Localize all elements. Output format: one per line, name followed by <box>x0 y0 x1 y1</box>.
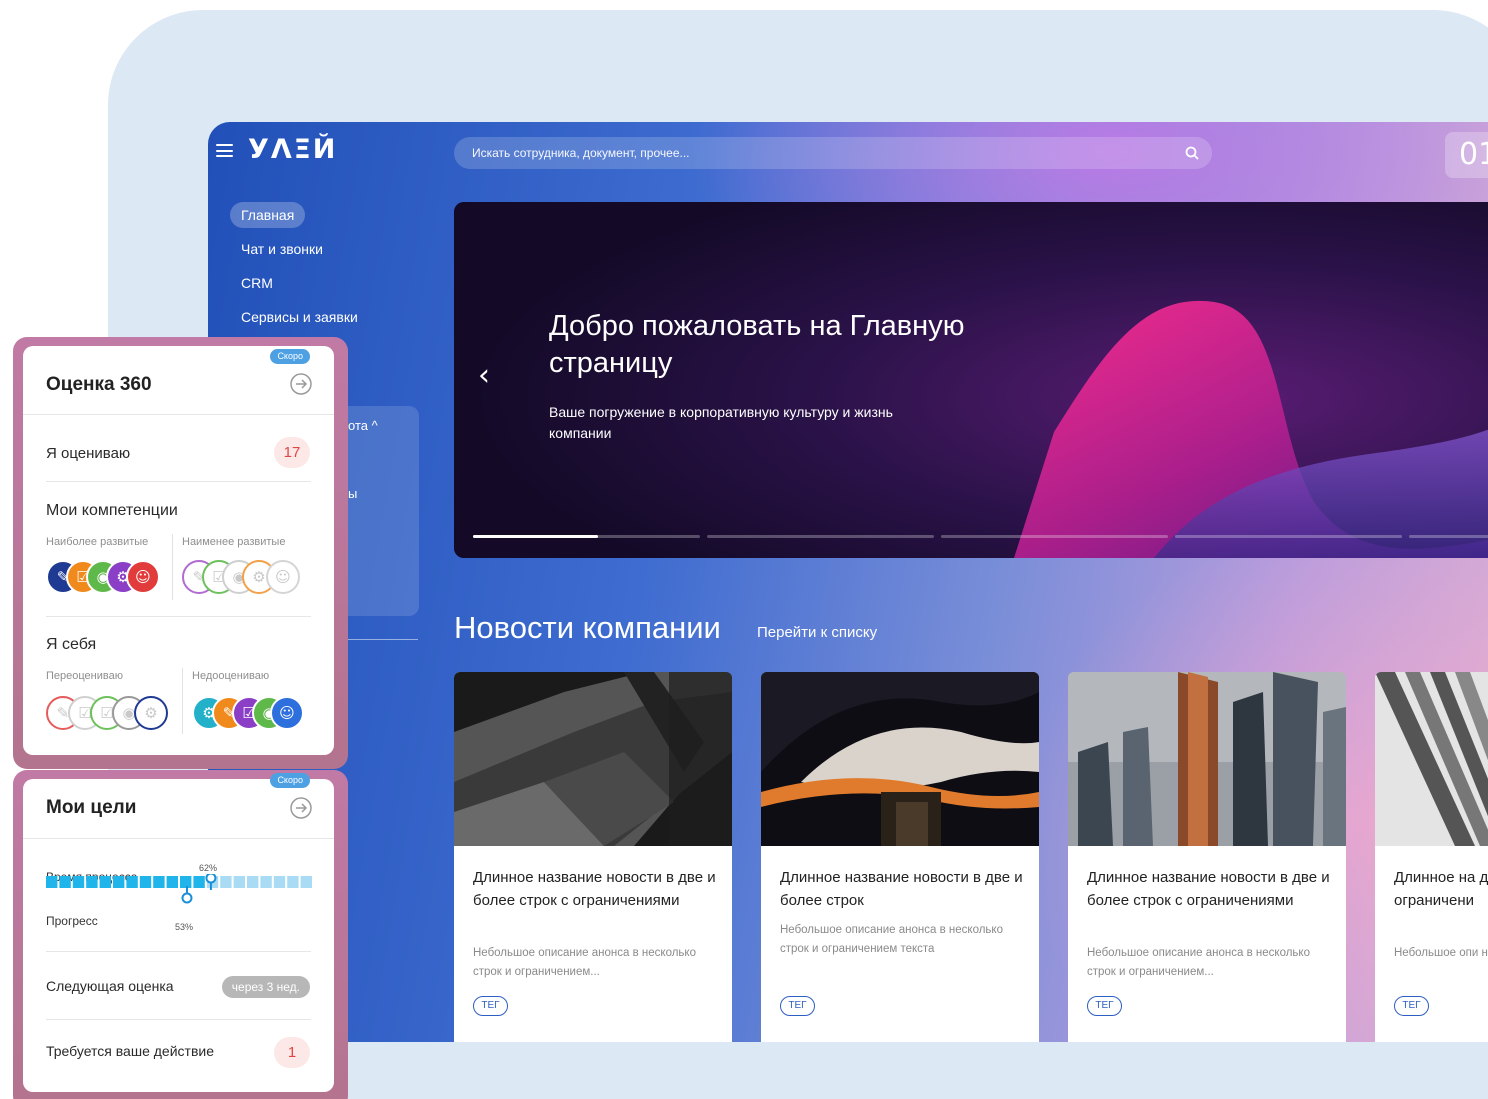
news-card-description: Небольшое опи несколько стро <box>1394 947 1488 959</box>
news-card-title[interactable]: Длинное на две и более ограничени <box>1394 866 1488 912</box>
app-logo[interactable]: УΛΞЙ <box>248 134 337 165</box>
progress-segment <box>166 876 178 888</box>
soon-badge: Скоро <box>270 349 310 364</box>
self-label: Я себя <box>46 636 97 653</box>
most-developed-label: Наиболее развитые <box>46 536 149 548</box>
progress-segment <box>113 876 125 888</box>
nav-item-crm[interactable]: CRM <box>230 270 369 296</box>
progress-segment <box>72 876 85 888</box>
news-card-description: Небольшое описание анонса в несколько ст… <box>473 947 696 978</box>
i-rate-label[interactable]: Я оцениваю <box>46 445 130 462</box>
sidebar-divider <box>348 639 418 640</box>
progress-segment <box>86 876 98 888</box>
divider <box>46 616 311 617</box>
competency-user-icon[interactable]: ☺ <box>270 696 304 730</box>
news-card-tag[interactable]: ТЕГ <box>1087 996 1122 1016</box>
goals-widget: Скоро Мои цели Время процесса 62% Прогре… <box>23 773 334 1092</box>
competency-user-icon[interactable]: ☺ <box>266 560 300 594</box>
competency-user-icon[interactable]: ☺ <box>126 560 160 594</box>
chevron-left-icon[interactable]: ‹ <box>478 358 490 393</box>
competencies-label: Мои компетенции <box>46 502 178 519</box>
divider <box>23 838 334 839</box>
news-card[interactable]: Длинное на две и более ограничени Неболь… <box>1375 672 1488 1042</box>
hero-title: Добро пожаловать на Главную страницу <box>549 310 965 379</box>
least-developed-label: Наименее развитые <box>182 536 286 548</box>
news-card[interactable]: Длинное название новости в две и более с… <box>454 672 732 1042</box>
divider <box>46 1019 311 1020</box>
menu-icon[interactable] <box>216 144 233 157</box>
overestimate-label: Переоцениваю <box>46 670 123 682</box>
news-card-title[interactable]: Длинное название новости в две и более с… <box>1087 866 1332 912</box>
action-required-label[interactable]: Требуется ваше действие <box>46 1043 214 1059</box>
news-list-link[interactable]: Перейти к списку <box>757 624 877 641</box>
assessment-title: Оценка 360 <box>46 374 152 395</box>
progress-segment <box>260 876 272 888</box>
search-bar[interactable]: Искать сотрудника, документ, прочее... <box>454 137 1212 169</box>
sidebar-section-label[interactable]: ота ^ <box>348 418 378 433</box>
hero-banner: ‹ Добро пожаловать на Главную страницу В… <box>454 202 1488 558</box>
arrow-right-icon[interactable] <box>290 373 312 395</box>
news-card-title[interactable]: Длинное название новости в две и более с… <box>473 866 718 912</box>
progress-segment <box>59 876 71 888</box>
nav-item-chat[interactable]: Чат и звонки <box>230 236 369 262</box>
progress-segment <box>46 876 58 888</box>
sidebar-nav: Главная Чат и звонки CRM Сервисы и заявк… <box>230 202 369 338</box>
progress-segment <box>220 876 232 888</box>
hero-subtitle: Ваше погружение в корпоративную культуру… <box>549 404 893 441</box>
date-widget[interactable]: 01 <box>1445 132 1488 178</box>
progress-marker <box>181 886 193 904</box>
next-evaluation-label: Следующая оценка <box>46 978 174 994</box>
news-card-image <box>1068 672 1346 846</box>
assessment-360-widget: Скоро Оценка 360 Я оцениваю 17 Мои компе… <box>23 346 334 755</box>
news-section-title: Новости компании <box>454 610 721 645</box>
divider <box>172 534 173 600</box>
progress-segment <box>273 876 286 888</box>
progress-segment <box>153 876 165 888</box>
divider <box>46 951 311 952</box>
sidebar-section-label-2[interactable]: ы <box>348 486 357 501</box>
news-card[interactable]: Длинное название новости в две и более с… <box>761 672 1039 1042</box>
news-card-title[interactable]: Длинное название новости в две и более с… <box>780 866 1025 912</box>
divider <box>23 414 334 415</box>
next-evaluation-value: через 3 нед. <box>221 976 310 998</box>
underestimate-label: Недооцениваю <box>192 670 270 682</box>
news-card-image <box>454 672 732 846</box>
competency-gear-icon[interactable]: ⚙ <box>134 696 168 730</box>
news-card-image <box>761 672 1039 846</box>
nav-item-home[interactable]: Главная <box>230 202 306 228</box>
soon-badge: Скоро <box>270 773 310 788</box>
nav-item-services[interactable]: Сервисы и заявки <box>230 304 369 330</box>
progress-segment <box>139 876 152 888</box>
news-card-description: Небольшое описание анонса в несколько ст… <box>1087 947 1310 978</box>
process-time-percent: 62% <box>199 863 218 873</box>
goals-title: Мои цели <box>46 797 137 818</box>
progress-segment <box>126 876 138 888</box>
i-rate-count-badge: 17 <box>274 437 310 468</box>
action-required-badge: 1 <box>274 1037 310 1068</box>
app-window: УΛΞЙ Искать сотрудника, документ, прочее… <box>208 122 1488 1042</box>
progress-segment <box>287 876 299 888</box>
news-card-tag[interactable]: ТЕГ <box>473 996 508 1016</box>
news-card-description: Небольшое описание анонса в несколько ст… <box>780 924 1003 955</box>
progress-segment <box>180 876 192 888</box>
news-card-tag[interactable]: ТЕГ <box>1394 996 1429 1016</box>
search-icon[interactable] <box>1184 145 1200 161</box>
news-card[interactable]: Длинное название новости в две и более с… <box>1068 672 1346 1042</box>
progress-segment <box>233 876 245 888</box>
progress-segment <box>99 876 111 888</box>
progress-label: Прогресс <box>46 914 98 928</box>
active-slide-fill <box>473 535 598 538</box>
search-placeholder: Искать сотрудника, документ, прочее... <box>472 146 690 160</box>
arrow-right-icon[interactable] <box>290 797 312 819</box>
news-card-tag[interactable]: ТЕГ <box>780 996 815 1016</box>
divider <box>46 481 311 482</box>
progress-percent: 53% <box>175 922 194 932</box>
divider <box>182 668 183 734</box>
progress-segment <box>247 876 259 888</box>
news-card-image <box>1375 672 1488 846</box>
progress-segment <box>300 876 312 888</box>
progress-segment <box>193 876 205 888</box>
